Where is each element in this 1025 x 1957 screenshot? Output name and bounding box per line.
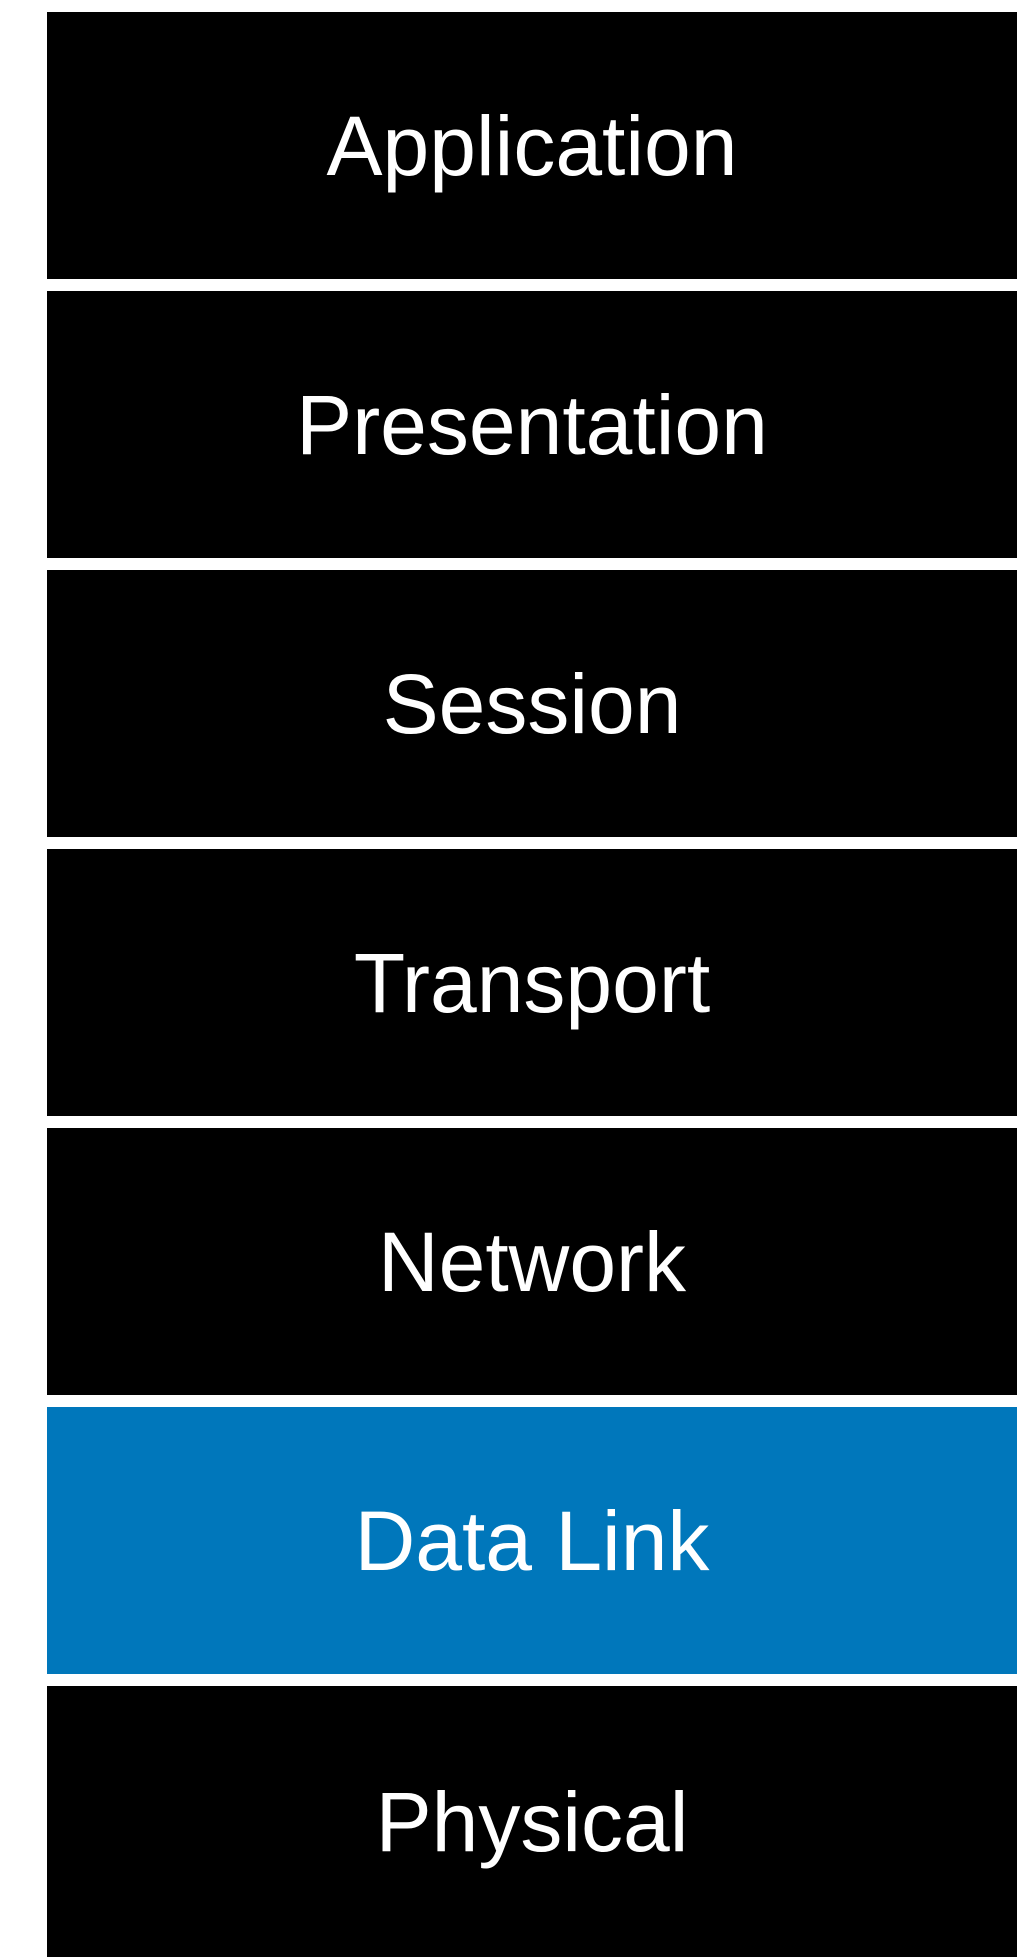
layer-data-link: Data Link: [47, 1407, 1017, 1674]
layer-label-application: Application: [326, 98, 738, 193]
layer-transport: Transport: [47, 849, 1017, 1116]
layer-label-network: Network: [377, 1214, 687, 1309]
layer-label-presentation: Presentation: [296, 377, 768, 472]
layer-network: Network: [47, 1128, 1017, 1395]
layer-session: Session: [47, 570, 1017, 837]
layer-label-transport: Transport: [353, 935, 711, 1030]
layer-presentation: Presentation: [47, 291, 1017, 558]
layer-label-session: Session: [382, 656, 682, 751]
layer-label-data-link: Data Link: [354, 1493, 710, 1588]
layer-label-physical: Physical: [375, 1774, 689, 1869]
layer-physical: Physical: [47, 1686, 1017, 1957]
layer-application: Application: [47, 12, 1017, 279]
osi-layer-stack: Application Presentation Session Transpo…: [47, 12, 1017, 1957]
